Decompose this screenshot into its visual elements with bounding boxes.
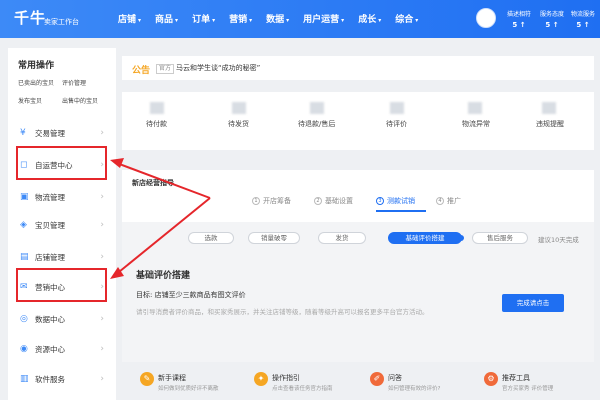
annotation-arrow-bottom (113, 197, 211, 277)
annotation-arrow-top (113, 161, 211, 199)
annotation-arrows (110, 158, 211, 279)
arrowhead-top (110, 158, 124, 168)
